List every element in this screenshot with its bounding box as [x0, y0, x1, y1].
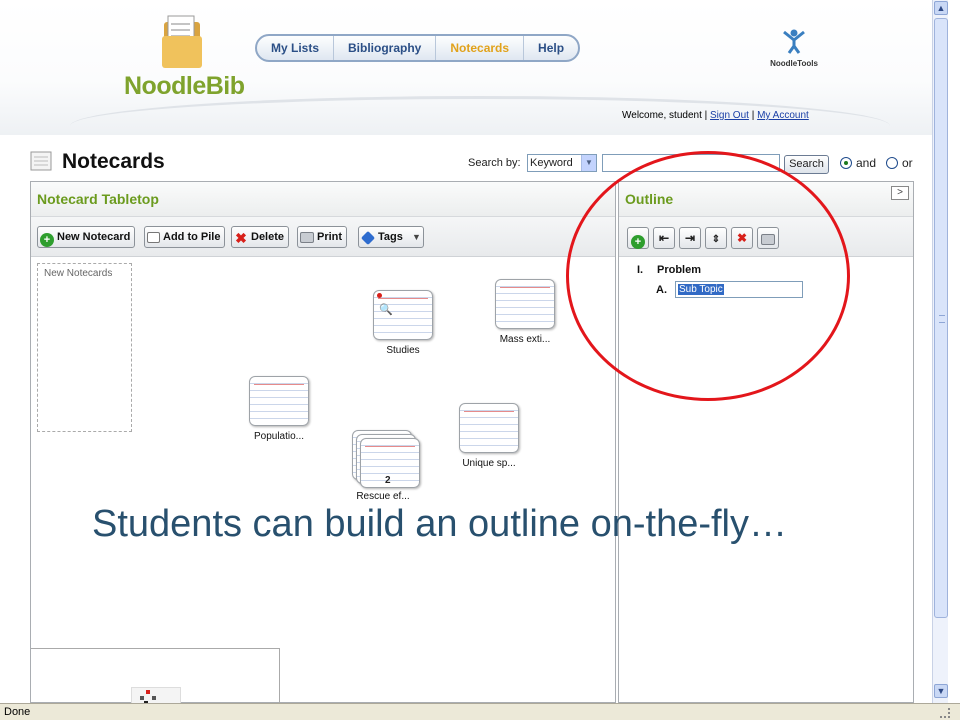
grip-icon [939, 315, 945, 323]
notecard-tabletop-panel: Notecard Tabletop + New Notecard Add to P… [30, 181, 616, 705]
chevron-down-icon: ▼ [411, 232, 421, 242]
resize-grip-icon[interactable] [940, 708, 950, 718]
notecard-mass-extinction[interactable] [495, 279, 555, 329]
mini-map-marker [140, 696, 144, 700]
site-header: NoodleBib My Lists Bibliography Notecard… [0, 0, 932, 135]
print-button[interactable]: Print [297, 226, 348, 248]
magnifier-icon: 🔍 [379, 304, 393, 316]
print-label: Print [317, 231, 343, 243]
scroll-down-icon[interactable]: ▼ [934, 684, 948, 698]
expand-panel-button[interactable]: > [891, 186, 909, 200]
scroll-up-icon[interactable]: ▲ [934, 1, 948, 15]
status-text: Done [4, 706, 31, 718]
my-account-link[interactable]: My Account [757, 110, 809, 121]
notecard-label: Rescue ef... [356, 491, 410, 502]
notecard-label: Unique sp... [462, 458, 516, 469]
notecard-label: Studies [386, 345, 420, 356]
nav-my-lists[interactable]: My Lists [257, 36, 333, 60]
search-field-select[interactable]: Keyword ▼ [527, 154, 597, 172]
search-button[interactable]: Search [784, 155, 829, 174]
notecard-population[interactable] [249, 376, 309, 426]
radio-or-label: or [902, 156, 913, 170]
scrollbar-thumb[interactable] [934, 18, 948, 618]
pile-icon [147, 232, 160, 243]
slide-caption: Students can build an outline on-the-fly… [92, 503, 787, 545]
delete-x-icon: ✖ [235, 230, 247, 246]
delete-button[interactable]: ✖ Delete [231, 226, 290, 248]
noodletools-figure-icon [783, 29, 805, 54]
main-nav: My Lists Bibliography Notecards Help [255, 34, 581, 62]
notecard-label: Populatio... [253, 431, 305, 442]
notecard-label: Mass exti... [499, 334, 551, 345]
add-to-pile-label: Add to Pile [163, 231, 221, 243]
folder-logo-icon [162, 15, 202, 68]
add-to-pile-button[interactable]: Add to Pile [144, 226, 226, 248]
notecard-unique-species[interactable] [459, 403, 519, 453]
tabletop-title: Notecard Tabletop [31, 182, 615, 217]
sign-out-link[interactable]: Sign Out [710, 110, 749, 121]
welcome-bar: Welcome, student | Sign Out | My Account [622, 110, 809, 121]
tabletop-navigator[interactable] [31, 648, 280, 705]
plus-icon: + [40, 233, 54, 247]
radio-and-label: and [856, 156, 877, 170]
delete-label: Delete [251, 231, 285, 243]
new-notecards-label: New Notecards [44, 268, 113, 279]
notecard-pile-rescue[interactable]: 2 [360, 438, 420, 488]
tags-label: Tags [378, 231, 403, 243]
new-notecard-label: New Notecard [57, 231, 131, 243]
noodlebib-logo-text: NoodleBib [124, 72, 245, 100]
noodletools-label: NoodleTools [770, 59, 818, 68]
page-title: Notecards [62, 150, 165, 173]
mini-map-marker [152, 696, 156, 700]
notecard-studies[interactable]: 🔍 [373, 290, 433, 340]
nav-help[interactable]: Help [523, 36, 578, 60]
chevron-down-icon[interactable]: ▼ [581, 155, 596, 171]
nav-notecards[interactable]: Notecards [435, 36, 523, 60]
tag-icon [360, 230, 376, 246]
notecards-page-icon [30, 151, 52, 171]
welcome-text: Welcome, student [622, 110, 702, 121]
nav-bibliography[interactable]: Bibliography [333, 36, 435, 60]
search-by-label: Search by: [468, 157, 521, 169]
highlight-circle [566, 151, 850, 401]
pile-count-badge: 2 [385, 475, 391, 486]
red-dot-icon [377, 293, 382, 298]
new-notecard-button[interactable]: + New Notecard [37, 226, 136, 248]
noodletools-logo[interactable]: NoodleTools [764, 28, 824, 68]
tabletop-toolbar: + New Notecard Add to Pile ✖ Delete Print … [31, 217, 615, 257]
mini-map-marker [146, 690, 150, 694]
status-bar: Done [0, 703, 960, 720]
new-notecards-box[interactable]: New Notecards [37, 263, 132, 432]
vertical-scrollbar[interactable]: ▲ ▼ [932, 0, 948, 703]
tags-button[interactable]: Tags ▼ [358, 226, 424, 248]
search-field-value: Keyword [530, 157, 573, 169]
radio-or[interactable] [886, 157, 898, 169]
radio-and[interactable] [840, 157, 852, 169]
printer-icon [300, 232, 314, 243]
